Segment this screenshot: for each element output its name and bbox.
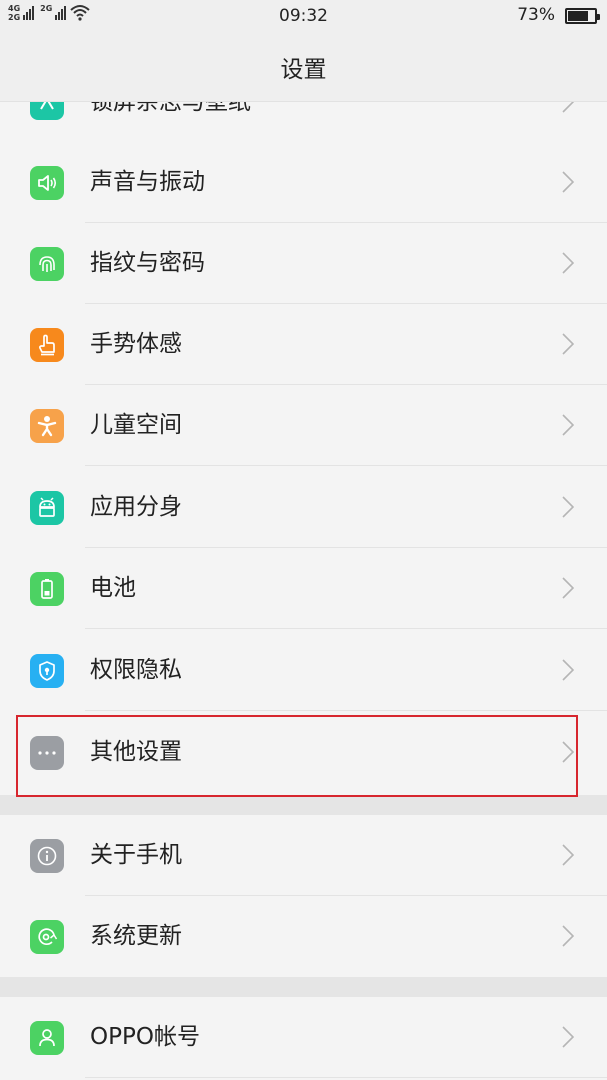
settings-item-label: 儿童空间 <box>90 412 182 438</box>
chevron-right-icon <box>562 333 574 355</box>
settings-item-system-update[interactable]: 系统更新 <box>0 896 607 977</box>
chevron-right-icon <box>562 414 574 436</box>
chevron-right-icon <box>562 252 574 274</box>
settings-item-label: OPPO帐号 <box>90 1024 200 1050</box>
system-update-icon <box>30 920 64 954</box>
chevron-right-icon <box>562 577 574 599</box>
settings-item-other-settings[interactable]: 其他设置 <box>0 712 607 795</box>
speaker-icon <box>30 166 64 200</box>
settings-item-about-phone[interactable]: 关于手机 <box>0 815 607 896</box>
settings-item-label: 关于手机 <box>90 842 182 868</box>
settings-item-label: 声音与振动 <box>90 169 205 195</box>
settings-item-label: 其他设置 <box>90 739 182 765</box>
settings-item-gesture[interactable]: 手势体感 <box>0 304 607 385</box>
settings-item-label: 指纹与密码 <box>90 250 205 276</box>
android-icon <box>30 491 64 525</box>
status-bar: 4G 2G 2G 09:32 73% <box>0 0 607 32</box>
wallpaper-icon <box>30 102 64 120</box>
account-icon <box>30 1021 64 1055</box>
status-time: 09:32 <box>279 6 328 26</box>
chevron-right-icon <box>562 102 574 113</box>
section-separator <box>0 795 607 815</box>
info-icon <box>30 839 64 873</box>
section-separator <box>0 977 607 997</box>
battery-percentage: 73% <box>517 5 555 25</box>
gesture-icon <box>30 328 64 362</box>
chevron-right-icon <box>562 171 574 193</box>
settings-item-kids-space[interactable]: 儿童空间 <box>0 385 607 466</box>
child-icon <box>30 409 64 443</box>
settings-item-label: 电池 <box>90 575 136 601</box>
battery-icon <box>565 8 600 24</box>
more-dots-icon <box>30 736 64 770</box>
settings-item-privacy[interactable]: 权限隐私 <box>0 630 607 711</box>
settings-item-label: 权限隐私 <box>90 657 182 683</box>
settings-item-sound[interactable]: 声音与振动 <box>0 142 607 223</box>
chevron-right-icon <box>562 925 574 947</box>
chevron-right-icon <box>562 1026 574 1048</box>
fingerprint-icon <box>30 247 64 281</box>
page-title: 设置 <box>280 56 327 83</box>
settings-item-wallpaper[interactable]: 锁屏杂志与壁纸 <box>0 102 607 143</box>
title-bar: 设置 <box>0 32 607 102</box>
settings-item-battery[interactable]: 电池 <box>0 548 607 629</box>
settings-item-label: 应用分身 <box>90 494 182 520</box>
settings-item-oppo-account[interactable]: OPPO帐号 <box>0 997 607 1078</box>
settings-item-label: 系统更新 <box>90 923 182 949</box>
settings-item-app-clone[interactable]: 应用分身 <box>0 467 607 548</box>
privacy-shield-icon <box>30 654 64 688</box>
settings-list[interactable]: 锁屏杂志与壁纸 声音与振动 指纹与密码 手势体感 儿童空间 应用分身 电池 权限… <box>0 102 607 1080</box>
chevron-right-icon <box>562 659 574 681</box>
chevron-right-icon <box>562 844 574 866</box>
chevron-right-icon <box>562 496 574 518</box>
battery-icon <box>30 572 64 606</box>
settings-item-fingerprint[interactable]: 指纹与密码 <box>0 223 607 304</box>
settings-item-label: 手势体感 <box>90 331 182 357</box>
chevron-right-icon <box>562 741 574 763</box>
settings-item-label: 锁屏杂志与壁纸 <box>90 102 251 115</box>
